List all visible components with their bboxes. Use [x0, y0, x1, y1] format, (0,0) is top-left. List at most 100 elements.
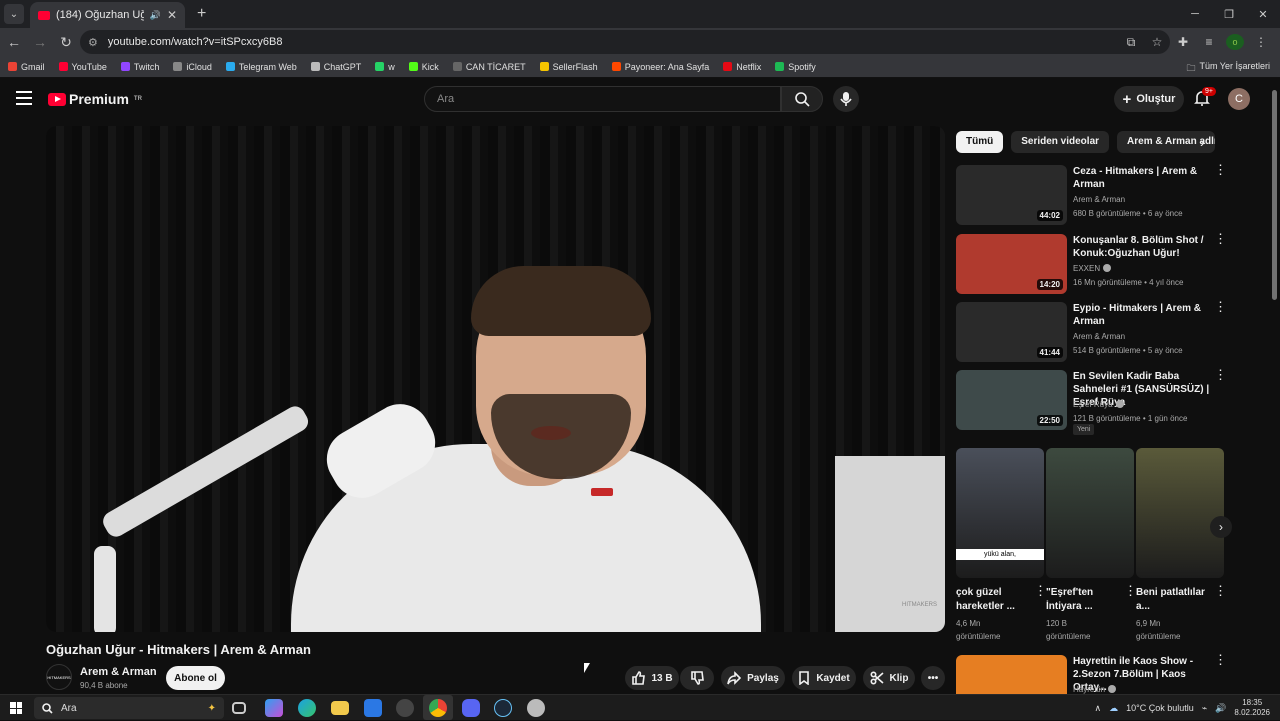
file-explorer-icon[interactable] — [331, 701, 349, 715]
chevron-up-icon[interactable]: ∧ — [1095, 703, 1102, 714]
related-video-title[interactable]: Ceza - Hitmakers | Arem & Arman — [1073, 165, 1211, 191]
short-thumbnail[interactable] — [1046, 448, 1134, 578]
more-vertical-icon[interactable]: ⋮ — [1214, 163, 1227, 176]
address-bar[interactable]: ⚙ youtube.com/watch?v=itSPcxcy6B8 — [80, 30, 1170, 54]
account-avatar[interactable]: C — [1228, 88, 1250, 110]
channel-name[interactable]: Arem & Arman — [80, 666, 157, 678]
more-vertical-icon[interactable]: ⋮ — [1214, 584, 1227, 597]
copilot-icon[interactable] — [265, 699, 283, 717]
bookmark-item[interactable]: Gmail — [8, 62, 45, 72]
channel-avatar[interactable]: HITMAKERS — [46, 664, 72, 690]
video-thumbnail[interactable]: 44:02 — [956, 165, 1067, 225]
chrome-icon[interactable] — [429, 699, 447, 717]
weather-text[interactable]: 10°C Çok bulutlu — [1126, 703, 1194, 713]
search-button[interactable] — [781, 86, 823, 112]
more-actions-button[interactable]: ••• — [921, 666, 945, 690]
taskbar-search[interactable]: Ara ✦ — [34, 697, 224, 719]
related-video[interactable]: 22:50 En Sevilen Kadir Baba Sahneleri #1 … — [956, 368, 1227, 435]
share-button[interactable]: Paylaş — [721, 666, 785, 690]
audio-icon[interactable]: 🔊 — [150, 10, 161, 21]
shorts-next-button[interactable]: › — [1210, 516, 1232, 538]
short-title[interactable]: "Eşref'ten İntiyara ... — [1046, 586, 1118, 614]
bookmark-item[interactable]: Payoneer: Ana Sayfa — [611, 62, 709, 72]
filter-chip[interactable]: Seriden videolar — [1011, 131, 1110, 153]
browser-tab-active[interactable]: (184) Oğuzhan Uğur - Hitm 🔊 ✕ — [30, 2, 185, 28]
bookmark-item[interactable]: YouTube — [58, 62, 107, 72]
short-item-meta[interactable]: çok güzel hareketler ... 4,6 Mn görüntüle… — [956, 584, 1047, 643]
store-icon[interactable] — [364, 699, 382, 717]
subscribe-button[interactable]: Abone ol — [166, 666, 225, 690]
bookmark-item[interactable]: Kick — [408, 62, 439, 72]
bookmark-label: CAN TİCARET — [465, 61, 526, 72]
video-player[interactable]: HITMAKERS — [46, 126, 945, 632]
more-vertical-icon[interactable]: ⋮ — [1214, 300, 1227, 313]
short-title[interactable]: çok güzel hareketler ... — [956, 586, 1028, 614]
page-scrollbar[interactable] — [1272, 90, 1277, 300]
close-window-icon[interactable]: ✕ — [1246, 0, 1280, 28]
forward-icon[interactable]: → — [28, 34, 52, 50]
minimize-icon[interactable]: ─ — [1178, 0, 1212, 28]
bookmark-star-icon[interactable]: ☆ — [1148, 35, 1166, 49]
site-info-icon[interactable]: ⚙ — [88, 36, 98, 49]
tab-close-icon[interactable]: ✕ — [167, 8, 177, 22]
extensions-icon[interactable]: ✚ — [1174, 35, 1192, 49]
related-video[interactable]: 41:44 Eypio - Hitmakers | Arem & Arman Are… — [956, 300, 1227, 362]
filter-chip[interactable]: Tümü — [956, 131, 1004, 153]
volume-icon[interactable]: 🔊 — [1215, 703, 1226, 714]
new-tab-button[interactable]: + — [197, 5, 206, 23]
tab-search-button[interactable]: ⌄ — [4, 4, 24, 24]
bookmark-item[interactable]: ChatGPT — [310, 62, 361, 72]
save-button[interactable]: Kaydet — [792, 666, 856, 690]
network-icon[interactable]: ⌁ — [1202, 703, 1207, 714]
short-item-meta[interactable]: "Eşref'ten İntiyara ... 120 B görüntüleme… — [1046, 584, 1137, 643]
youtube-premium-logo[interactable]: Premium TR — [48, 91, 142, 107]
short-title[interactable]: Beni patlatlılar a... — [1136, 586, 1208, 614]
related-video-title[interactable]: Eypio - Hitmakers | Arem & Arman — [1073, 302, 1211, 328]
discord-icon[interactable] — [462, 699, 480, 717]
menu-icon[interactable]: ⋮ — [1252, 35, 1270, 49]
chevron-right-icon[interactable]: › — [1200, 134, 1205, 150]
bookmark-favicon-icon — [775, 62, 785, 71]
all-bookmarks-button[interactable]: 🗀 Tüm Yer İşaretleri — [1186, 61, 1270, 77]
bookmark-item[interactable]: SellerFlash — [539, 62, 598, 72]
steam-icon[interactable] — [494, 699, 512, 717]
dislike-button[interactable] — [680, 666, 714, 690]
related-video[interactable]: 44:02 Ceza - Hitmakers | Arem & Arman Arem… — [956, 163, 1227, 225]
voice-search-button[interactable] — [833, 86, 859, 112]
clock[interactable]: 18:35 8.02.2026 — [1234, 698, 1270, 718]
media-icon[interactable]: ≡ — [1200, 35, 1218, 49]
more-vertical-icon[interactable]: ⋮ — [1214, 653, 1227, 666]
restore-icon[interactable]: ❐ — [1212, 0, 1246, 28]
profile-avatar[interactable]: o — [1226, 34, 1244, 50]
create-button[interactable]: + Oluştur — [1114, 86, 1184, 112]
short-item-meta[interactable]: Beni patlatlılar a... 6,9 Mn görüntüleme ⋮ — [1136, 584, 1227, 643]
more-vertical-icon[interactable]: ⋮ — [1214, 368, 1227, 381]
back-icon[interactable]: ← — [2, 34, 26, 50]
video-thumbnail[interactable]: 22:50 — [956, 370, 1067, 430]
start-button[interactable] — [10, 702, 22, 714]
short-thumbnail[interactable] — [1136, 448, 1224, 578]
vpn-icon[interactable] — [527, 699, 545, 717]
bookmark-item[interactable]: Netflix — [723, 62, 761, 72]
clip-button[interactable]: Klip — [863, 666, 915, 690]
like-button[interactable]: 13 B — [625, 666, 679, 690]
bookmark-item[interactable]: iCloud — [173, 62, 212, 72]
edge-icon[interactable] — [298, 699, 316, 717]
bookmark-item[interactable]: w — [375, 62, 395, 72]
hamburger-menu-icon[interactable] — [16, 91, 32, 109]
more-vertical-icon[interactable]: ⋮ — [1214, 232, 1227, 245]
related-video-title[interactable]: Konuşanlar 8. Bölüm Shot / Konuk:Oğuzhan… — [1073, 234, 1211, 260]
video-thumbnail[interactable]: 41:44 — [956, 302, 1067, 362]
reload-icon[interactable]: ↻ — [54, 34, 78, 51]
bookmark-item[interactable]: CAN TİCARET — [452, 61, 526, 72]
bookmark-item[interactable]: Spotify — [775, 62, 816, 72]
app-icon[interactable] — [396, 699, 414, 717]
search-input[interactable]: Ara — [424, 86, 781, 112]
video-thumbnail[interactable]: 14:20 — [956, 234, 1067, 294]
cast-icon[interactable]: ⧉ — [1122, 35, 1140, 50]
bookmark-item[interactable]: Telegram Web — [225, 62, 297, 72]
bookmark-item[interactable]: Twitch — [120, 62, 159, 72]
task-view-icon[interactable] — [232, 702, 246, 714]
related-video[interactable]: 14:20 Konuşanlar 8. Bölüm Shot / Konuk:Oğ… — [956, 232, 1227, 294]
short-thumbnail[interactable]: yükü alan, — [956, 448, 1044, 578]
